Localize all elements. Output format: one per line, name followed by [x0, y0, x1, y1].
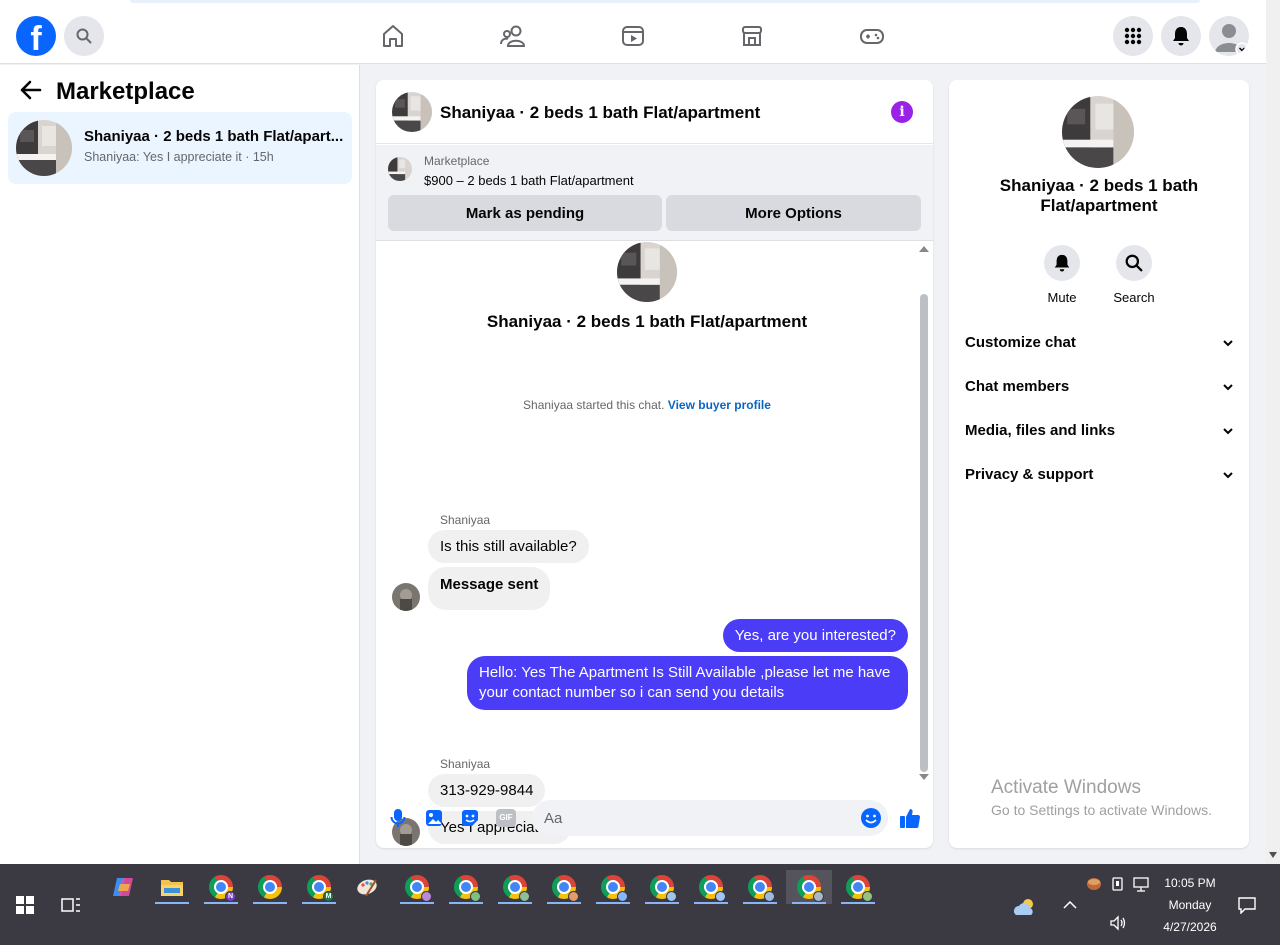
- chrome-profile-icon-active[interactable]: [786, 870, 832, 904]
- thumbs-up-icon[interactable]: [898, 806, 922, 830]
- marketplace-inbox-panel: Marketplace Shaniyaa · 2 beds 1 bath Fla…: [0, 65, 360, 864]
- details-avatar: [1062, 96, 1134, 168]
- sender-name: Shaniyaa: [440, 757, 491, 771]
- panel-title: Marketplace: [56, 78, 195, 105]
- chrome-profile-icon[interactable]: [839, 870, 877, 904]
- conversation-snippet: Shaniyaa: Yes I appreciate it · 15h: [84, 150, 274, 164]
- sender-name: Shaniyaa: [440, 513, 491, 527]
- chat-header: Shaniyaa · 2 beds 1 bath Flat/apartment …: [376, 80, 933, 144]
- media-files-links-section[interactable]: Media, files and links: [957, 410, 1241, 450]
- weather-icon[interactable]: [1006, 890, 1044, 924]
- chrome-profile-icon[interactable]: [496, 870, 534, 904]
- notification-center-icon[interactable]: [1228, 888, 1266, 922]
- chevron-down-icon: [1223, 334, 1233, 351]
- windows-start-icon[interactable]: [6, 888, 44, 922]
- facebook-logo[interactable]: f: [16, 16, 56, 56]
- customize-chat-section[interactable]: Customize chat: [957, 322, 1241, 362]
- chevron-down-icon: [1223, 466, 1233, 483]
- chrome-profile-icon[interactable]: [741, 870, 779, 904]
- back-arrow-icon[interactable]: [20, 80, 42, 105]
- clock-time[interactable]: 10:05 PM: [1150, 876, 1230, 890]
- intro-avatar: [617, 242, 677, 302]
- chrome-profile-icon[interactable]: [692, 870, 730, 904]
- account-avatar[interactable]: [1209, 16, 1249, 56]
- photo-icon[interactable]: [422, 806, 446, 830]
- clock-day[interactable]: Monday: [1150, 898, 1230, 912]
- bell-icon: [1044, 245, 1080, 281]
- chrome-profile-icon[interactable]: [398, 870, 436, 904]
- system-message: Shaniyaa started this chat. View buyer p…: [523, 398, 771, 412]
- task-view-icon[interactable]: [52, 888, 90, 922]
- microphone-icon[interactable]: [386, 806, 410, 830]
- windows-taskbar: N M 10:05 PM Monday 4/27/2026: [0, 864, 1280, 945]
- message-composer: GIF: [376, 788, 933, 848]
- listing-bar: Marketplace $900 – 2 beds 1 bath Flat/ap…: [376, 145, 933, 241]
- top-navigation-bar: f: [0, 0, 1266, 64]
- intro-title: Shaniyaa · 2 beds 1 bath Flat/apartment: [486, 312, 808, 331]
- listing-price[interactable]: $900 – 2 beds 1 bath Flat/apartment: [424, 173, 634, 188]
- incoming-message[interactable]: Is this still available?: [428, 530, 589, 563]
- file-explorer-icon[interactable]: [153, 870, 191, 904]
- search-icon[interactable]: [64, 16, 104, 56]
- listing-thumbnail[interactable]: [388, 157, 412, 181]
- mark-as-pending-button[interactable]: Mark as pending: [388, 195, 662, 231]
- listing-label: Marketplace: [424, 154, 490, 168]
- gaming-icon[interactable]: [856, 20, 888, 52]
- incoming-message[interactable]: Message sent: [428, 567, 551, 610]
- conversation-details-panel: Shaniyaa · 2 beds 1 bath Flat/apartment …: [949, 80, 1249, 848]
- chevron-down-icon: [1223, 378, 1233, 395]
- more-options-button[interactable]: More Options: [666, 195, 921, 231]
- view-buyer-profile-link[interactable]: View buyer profile: [668, 398, 771, 412]
- paint-icon[interactable]: [349, 870, 387, 904]
- gif-icon[interactable]: GIF: [494, 806, 518, 830]
- chrome-profile-icon[interactable]: [643, 870, 681, 904]
- outgoing-message[interactable]: Hello: Yes The Apartment Is Still Availa…: [467, 656, 908, 710]
- sender-avatar[interactable]: [392, 583, 420, 611]
- notifications-icon[interactable]: [1161, 16, 1201, 56]
- menu-grid-icon[interactable]: [1113, 16, 1153, 56]
- friends-icon[interactable]: [497, 20, 529, 52]
- emoji-icon[interactable]: [859, 806, 883, 830]
- page-scrollbar[interactable]: [1266, 0, 1280, 864]
- chrome-profile-icon[interactable]: [594, 870, 632, 904]
- copilot-icon[interactable]: [104, 870, 142, 904]
- chat-title[interactable]: Shaniyaa · 2 beds 1 bath Flat/apartment: [440, 103, 760, 123]
- chat-members-section[interactable]: Chat members: [957, 366, 1241, 406]
- activate-windows-watermark: Activate Windows Go to Settings to activ…: [991, 777, 1212, 818]
- volume-icon[interactable]: [1099, 906, 1137, 940]
- marketplace-icon[interactable]: [736, 20, 768, 52]
- chrome-icon[interactable]: [251, 870, 289, 904]
- conversation-item[interactable]: Shaniyaa · 2 beds 1 bath Flat/apart... S…: [8, 112, 352, 184]
- info-icon[interactable]: i: [891, 101, 913, 123]
- message-scrollbar[interactable]: [917, 246, 929, 780]
- home-icon[interactable]: [377, 20, 409, 52]
- clock-date[interactable]: 4/27/2026: [1150, 920, 1230, 934]
- privacy-support-section[interactable]: Privacy & support: [957, 454, 1241, 494]
- search-icon: [1116, 245, 1152, 281]
- chrome-profile-m-icon[interactable]: M: [300, 870, 338, 904]
- chat-window: Shaniyaa · 2 beds 1 bath Flat/apartment …: [376, 80, 933, 848]
- chrome-profile-n-icon[interactable]: N: [202, 870, 240, 904]
- watch-icon[interactable]: [617, 20, 649, 52]
- mute-button[interactable]: Mute: [1026, 245, 1098, 305]
- details-title: Shaniyaa · 2 beds 1 bath Flat/apartment: [999, 176, 1199, 215]
- conversation-name: Shaniyaa · 2 beds 1 bath Flat/apart...: [84, 128, 344, 145]
- sticker-icon[interactable]: [458, 806, 482, 830]
- message-list: Shaniyaa · 2 beds 1 bath Flat/apartment …: [376, 242, 933, 846]
- listing-thumbnail: [16, 120, 72, 176]
- chevron-down-icon: [1223, 422, 1233, 439]
- search-conversation-button[interactable]: Search: [1098, 245, 1170, 305]
- chrome-profile-icon[interactable]: [447, 870, 485, 904]
- chrome-profile-icon[interactable]: [545, 870, 583, 904]
- message-input[interactable]: [532, 800, 888, 836]
- chat-avatar[interactable]: [392, 92, 432, 132]
- outgoing-message[interactable]: Yes, are you interested?: [722, 619, 908, 652]
